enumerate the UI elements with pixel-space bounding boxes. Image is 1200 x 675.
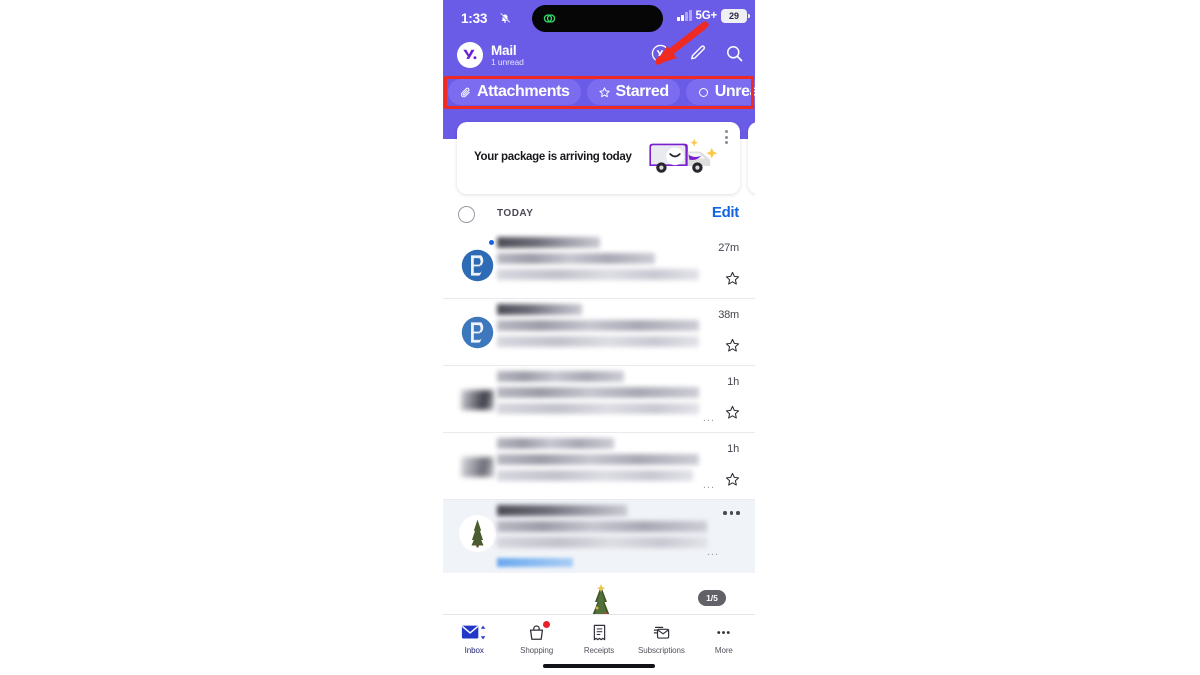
tab-inbox[interactable]: Inbox — [443, 622, 505, 655]
filter-chip-label: Unread — [714, 83, 755, 100]
section-label: TODAY — [497, 208, 534, 219]
table-row[interactable]: 38m — [443, 299, 755, 366]
paperclip-icon — [460, 87, 470, 97]
truncation-ellipsis: ... — [706, 546, 719, 558]
redacted-content — [497, 299, 699, 347]
yahoo-mini-icon[interactable] — [650, 43, 671, 64]
promo-card-carousel: Your package is arriving today — [443, 112, 755, 198]
truncation-ellipsis: ... — [702, 479, 715, 491]
more-dots-icon — [714, 622, 733, 642]
page-title: Mail — [491, 43, 517, 58]
image-counter-badge: 1/5 — [698, 590, 726, 606]
filter-chip-label: Starred — [615, 83, 670, 100]
grey-logo — [461, 390, 494, 410]
christmas-tree-icon — [459, 515, 496, 552]
compose-icon[interactable] — [687, 43, 708, 64]
avatar — [459, 381, 496, 418]
message-list: TODAY Edit 27m 38m 1h ... 1h ... ... 1/5 — [443, 198, 755, 638]
star-outline-icon[interactable] — [724, 337, 741, 354]
package-card[interactable]: Your package is arriving today — [457, 122, 740, 194]
battery-level: 29 — [728, 10, 739, 21]
table-row-promo[interactable]: ... 1/5 — [443, 500, 755, 638]
filter-chip-starred[interactable]: Starred — [586, 79, 680, 105]
yahoo-logo-icon[interactable] — [457, 42, 483, 68]
link-activity-icon — [543, 14, 556, 23]
star-icon — [598, 86, 610, 97]
tab-label: Receipts — [583, 646, 615, 655]
tab-shopping[interactable]: Shopping — [505, 621, 567, 655]
battery-indicator: 29 — [721, 9, 750, 23]
selection-circle-icon[interactable] — [458, 206, 475, 223]
avatar — [459, 448, 496, 485]
status-badge — [543, 621, 551, 628]
redacted-content — [497, 232, 699, 280]
letter-b-logo — [461, 249, 494, 282]
status-indicators: 5G+ 29 — [677, 9, 750, 23]
star-outline-icon[interactable] — [724, 404, 741, 421]
phone-screenshot: 1:33 5G+ 29 Mail 1 unread Attachments St… — [443, 0, 755, 675]
table-row[interactable]: 1h ... — [443, 433, 755, 500]
avatar — [459, 515, 496, 552]
filter-chip-label: Attachments — [477, 83, 570, 100]
truncation-ellipsis: ... — [702, 412, 715, 424]
network-label: 5G+ — [695, 9, 718, 22]
app-bar: Mail 1 unread — [443, 36, 755, 74]
tab-label: Inbox — [464, 646, 484, 655]
screenshot-canvas: 1:33 5G+ 29 Mail 1 unread Attachments St… — [0, 0, 1200, 675]
timestamp: 1h — [727, 443, 739, 455]
tab-label: More — [714, 646, 733, 655]
image-counter-label: 1/5 — [706, 593, 718, 603]
timestamp: 27m — [718, 242, 739, 254]
redacted-content — [497, 366, 699, 414]
home-indicator[interactable] — [543, 664, 655, 668]
avatar — [459, 314, 496, 351]
package-card-title: Your package is arriving today — [474, 151, 632, 163]
avatar — [459, 247, 496, 284]
letter-b-logo — [461, 316, 494, 349]
cellular-signal-icon — [677, 10, 692, 22]
circle-icon — [698, 87, 708, 97]
grey-logo — [461, 457, 494, 477]
bottom-navigation: Inbox Shopping Receipts Subscriptions Mo… — [443, 614, 755, 675]
shopping-bag-icon — [527, 621, 551, 642]
redacted-content — [497, 433, 699, 481]
kebab-menu-icon[interactable] — [723, 511, 741, 515]
status-bar: 1:33 5G+ 29 — [443, 0, 755, 36]
unread-indicator — [489, 240, 494, 245]
kebab-menu-icon[interactable] — [725, 130, 728, 144]
tab-more[interactable]: More — [693, 622, 755, 655]
tab-label: Subscriptions — [638, 646, 685, 655]
filter-chip-attachments[interactable]: Attachments — [448, 79, 581, 105]
edit-button[interactable]: Edit — [712, 204, 739, 221]
search-icon[interactable] — [724, 43, 745, 64]
table-row[interactable]: 27m — [443, 232, 755, 299]
star-outline-icon[interactable] — [724, 471, 741, 488]
dynamic-island — [532, 5, 663, 32]
unread-count-label: 1 unread — [491, 57, 524, 67]
tab-receipts[interactable]: Receipts — [568, 622, 630, 655]
redacted-content — [497, 500, 707, 548]
app-bar-actions — [650, 43, 745, 64]
status-time: 1:33 — [461, 11, 488, 26]
delivery-truck-icon — [649, 138, 718, 173]
timestamp: 38m — [718, 309, 739, 321]
filter-chip-row: Attachments Starred Unread — [443, 78, 755, 106]
table-row[interactable]: 1h ... — [443, 366, 755, 433]
inbox-envelope-icon — [460, 622, 488, 642]
star-outline-icon[interactable] — [724, 270, 741, 287]
redacted-link[interactable] — [497, 558, 573, 567]
package-card-next[interactable] — [748, 122, 755, 194]
receipt-icon — [590, 622, 609, 642]
bell-slash-icon — [499, 12, 511, 24]
subscriptions-icon — [652, 622, 671, 642]
timestamp: 1h — [727, 376, 739, 388]
tab-subscriptions[interactable]: Subscriptions — [630, 622, 692, 655]
filter-chip-unread[interactable]: Unread — [685, 79, 755, 105]
section-header-today: TODAY Edit — [443, 198, 755, 232]
tab-label: Shopping — [520, 646, 554, 655]
